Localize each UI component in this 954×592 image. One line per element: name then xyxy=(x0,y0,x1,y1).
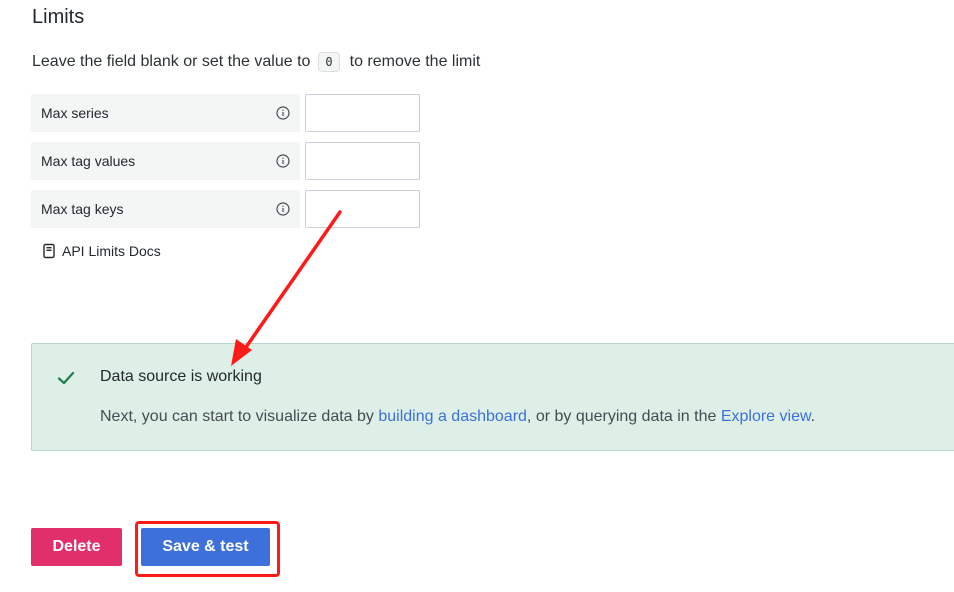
alert-body-suffix: . xyxy=(810,408,816,425)
zero-code-snippet: 0 xyxy=(318,52,340,72)
api-limits-docs-link[interactable]: API Limits Docs xyxy=(42,243,161,259)
info-icon[interactable] xyxy=(276,106,290,120)
api-limits-docs-label: API Limits Docs xyxy=(62,243,161,259)
max-tag-keys-input[interactable] xyxy=(305,190,420,228)
check-icon xyxy=(57,371,75,385)
alert-body: Next, you can start to visualize data by… xyxy=(100,408,815,426)
success-alert: Data source is working Next, you can sta… xyxy=(31,343,954,451)
max-series-row: Max series xyxy=(31,94,420,132)
annotation-arrow xyxy=(231,210,342,366)
max-tag-keys-row: Max tag keys xyxy=(31,190,420,228)
max-series-label: Max series xyxy=(41,105,109,121)
document-icon xyxy=(43,243,55,259)
explore-view-link[interactable]: Explore view xyxy=(721,408,811,425)
limits-description: Leave the field blank or set the value t… xyxy=(32,52,480,72)
description-text-after: to remove the limit xyxy=(349,53,481,70)
max-tag-values-input[interactable] xyxy=(305,142,420,180)
max-tag-keys-label: Max tag keys xyxy=(41,201,124,217)
max-tag-keys-label-box: Max tag keys xyxy=(31,190,300,228)
max-tag-values-label-box: Max tag values xyxy=(31,142,300,180)
max-tag-values-row: Max tag values xyxy=(31,142,420,180)
alert-body-prefix: Next, you can start to visualize data by xyxy=(100,408,379,425)
alert-body-middle: , or by querying data in the xyxy=(526,408,721,425)
max-series-input[interactable] xyxy=(305,94,420,132)
info-icon[interactable] xyxy=(276,202,290,216)
max-tag-values-label: Max tag values xyxy=(41,153,136,169)
limits-title: Limits xyxy=(32,6,85,28)
max-series-label-box: Max series xyxy=(31,94,300,132)
delete-button[interactable]: Delete xyxy=(31,528,122,566)
description-text-before: Leave the field blank or set the value t… xyxy=(32,53,311,70)
building-dashboard-link[interactable]: building a dashboard xyxy=(378,408,527,425)
annotation-highlight-box xyxy=(135,521,280,577)
alert-title: Data source is working xyxy=(100,368,262,385)
info-icon[interactable] xyxy=(276,154,290,168)
